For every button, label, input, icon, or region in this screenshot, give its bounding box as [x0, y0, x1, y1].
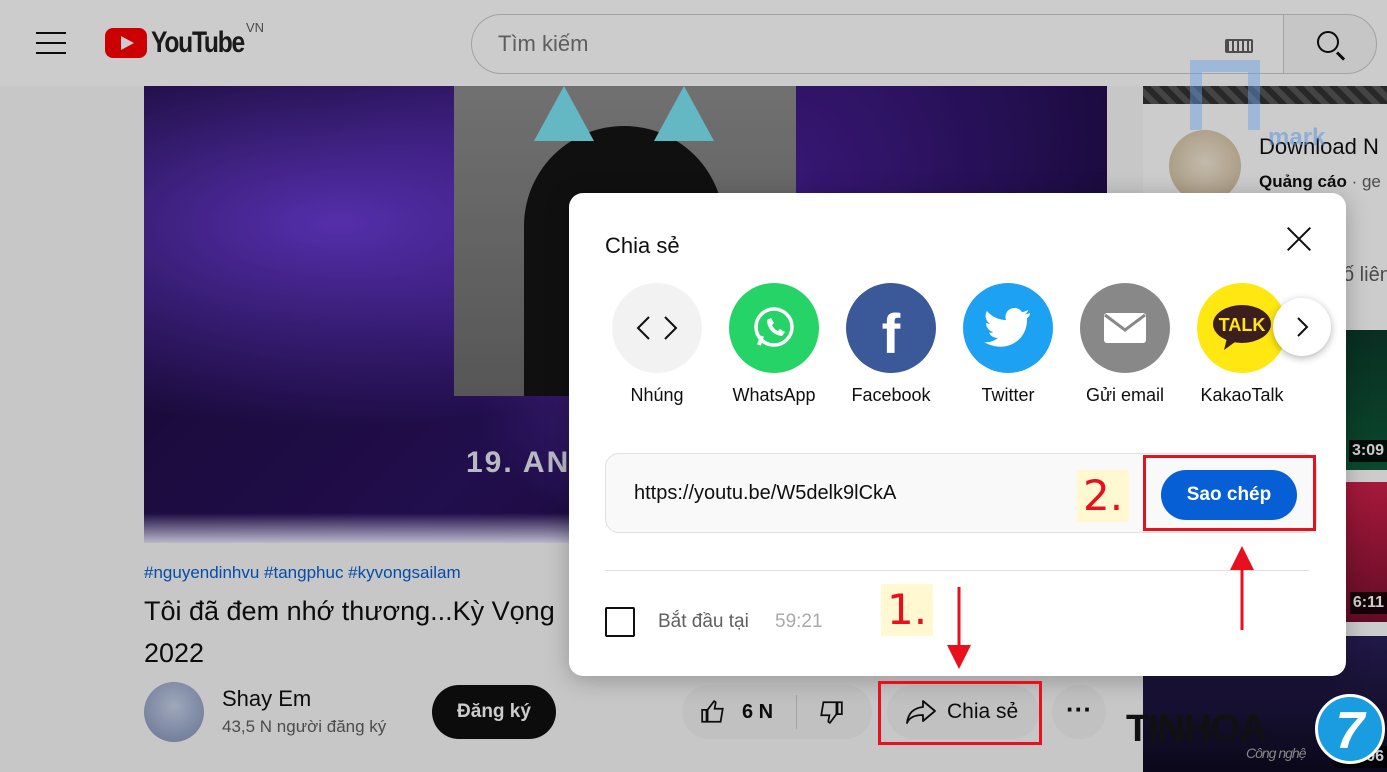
svg-text:TALK: TALK	[1219, 315, 1266, 335]
start-at-checkbox[interactable]	[605, 607, 635, 637]
start-at-time[interactable]: 59:21	[775, 611, 823, 633]
share-dialog-title: Chia sẻ	[605, 233, 680, 258]
close-icon[interactable]	[1285, 225, 1313, 253]
step1-highlight-box	[878, 681, 1042, 745]
share-option-label: Twitter	[981, 385, 1035, 405]
tinhoa-brand: TINHOA	[1126, 708, 1267, 750]
tmark-watermark-text: mark	[1268, 124, 1326, 151]
share-option-label: KakaoTalk	[1200, 385, 1284, 405]
tinhoa-tagline: Công nghệ	[1246, 745, 1307, 761]
tinhoa-watermark: TINHOA Công nghệ	[1126, 708, 1307, 761]
chevron-right-icon	[1297, 317, 1309, 337]
facebook-icon: f	[846, 283, 936, 373]
share-option-twitter[interactable]: Twitter	[953, 283, 1063, 406]
share-option-embed[interactable]: Nhúng	[602, 283, 712, 406]
share-option-label: Nhúng	[630, 385, 684, 405]
share-option-email[interactable]: Gửi email	[1070, 283, 1180, 406]
share-option-whatsapp[interactable]: WhatsApp	[719, 283, 829, 406]
share-option-label: WhatsApp	[732, 385, 816, 405]
step2-highlight-box	[1143, 455, 1316, 531]
embed-code-icon	[612, 283, 702, 373]
step2-label: 2.	[1077, 470, 1130, 522]
share-option-label: Gửi email	[1085, 385, 1165, 405]
tinhoa-badge-icon: 7	[1315, 694, 1385, 764]
share-option-label: Facebook	[851, 385, 931, 405]
email-icon	[1080, 283, 1170, 373]
twitter-icon	[963, 283, 1053, 373]
step1-label: 1.	[881, 584, 934, 636]
dialog-divider	[605, 570, 1309, 571]
share-option-facebook[interactable]: f Facebook	[836, 283, 946, 406]
next-options-button[interactable]	[1273, 298, 1331, 356]
step1-arrow-icon	[947, 587, 971, 669]
share-url-text[interactable]: https://youtu.be/W5delk9lCkA	[634, 482, 896, 505]
tmark-watermark-logo	[1190, 60, 1260, 130]
start-at-label: Bắt đầu tại	[658, 611, 749, 632]
whatsapp-icon	[729, 283, 819, 373]
step2-arrow-icon	[1230, 546, 1254, 630]
